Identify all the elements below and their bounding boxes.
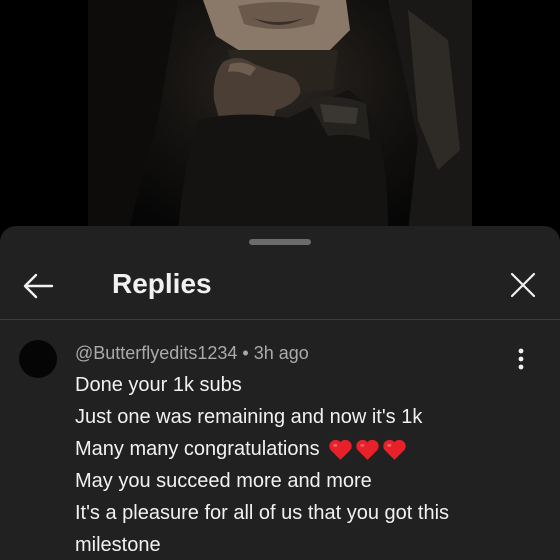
comment-line: milestone: [75, 534, 161, 556]
header-divider: [0, 319, 560, 320]
comment-author[interactable]: @Butterflyedits1234: [75, 343, 237, 363]
meta-separator: •: [242, 343, 249, 363]
comment-meta: @Butterflyedits1234 • 3h ago: [75, 342, 309, 364]
red-heart-icon: [355, 439, 379, 460]
close-button[interactable]: [502, 264, 544, 306]
close-icon: [510, 272, 536, 298]
arrow-left-icon: [23, 273, 54, 299]
video-player[interactable]: [0, 0, 560, 240]
screen: Replies @Butterflyedits1234 • 3h ago Done …: [0, 0, 560, 560]
comment-line: It's a pleasure for all of us that you g…: [75, 502, 450, 524]
more-vertical-icon: [518, 348, 524, 370]
video-frame: [88, 0, 472, 232]
comment-line: Many many congratulations: [75, 433, 545, 465]
avatar[interactable]: [19, 340, 57, 378]
back-button[interactable]: [18, 266, 58, 306]
comment-line: May you succeed more and more: [75, 470, 372, 492]
drag-handle[interactable]: [249, 239, 311, 245]
sheet-title: Replies: [112, 268, 212, 299]
comment-text: Done your 1k subs Just one was remaining…: [75, 369, 545, 560]
heart-emojis: [328, 438, 407, 461]
red-heart-icon: [328, 439, 352, 460]
replies-sheet: Replies @Butterflyedits1234 • 3h ago Done …: [0, 226, 560, 560]
comment-line: Just one was remaining and now it's 1k: [75, 406, 423, 428]
video-image: [88, 0, 472, 232]
comment-line: Done your 1k subs: [75, 374, 242, 396]
red-heart-icon: [382, 439, 406, 460]
comment-time: 3h ago: [253, 343, 309, 363]
